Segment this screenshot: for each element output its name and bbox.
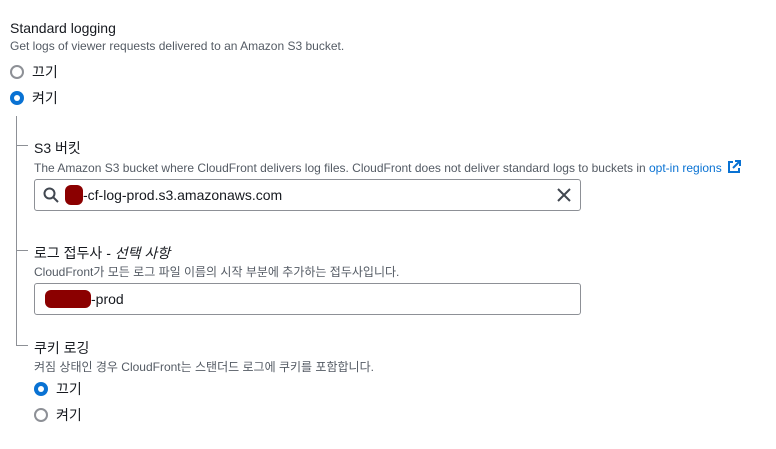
radio-label: 켜기 <box>56 407 82 423</box>
s3-bucket-description: The Amazon S3 bucket where CloudFront de… <box>34 160 742 175</box>
log-prefix-description: CloudFront가 모든 로그 파일 이름의 시작 부분에 추가하는 접두사… <box>34 265 400 279</box>
radio-button[interactable] <box>34 382 48 396</box>
s3-bucket-label: S3 버킷 <box>34 140 81 156</box>
cookie-logging-description: 켜짐 상태인 경우 CloudFront는 스탠더드 로그에 쿠키를 포함합니다… <box>34 360 374 374</box>
log-prefix-value: -prod <box>91 291 124 307</box>
log-prefix-label-text: 로그 접두사 <box>34 245 103 261</box>
cookie-off-radio[interactable]: 끄기 <box>34 379 82 399</box>
radio-label: 켜기 <box>32 90 58 106</box>
tree-vertical-line <box>16 116 17 346</box>
redacted-text <box>45 290 91 308</box>
radio-button[interactable] <box>10 91 24 105</box>
redacted-text <box>65 185 83 205</box>
s3-bucket-search-field[interactable]: -cf-log-prod.s3.amazonaws.com <box>34 179 581 211</box>
tree-branch-s3 <box>16 145 28 146</box>
search-icon <box>43 187 59 203</box>
cookie-logging-label: 쿠키 로깅 <box>34 340 90 356</box>
log-prefix-label: 로그 접두사 - 선택 사항 <box>34 243 170 263</box>
external-link-icon[interactable] <box>727 160 742 174</box>
radio-label: 끄기 <box>32 64 58 80</box>
radio-button[interactable] <box>34 408 48 422</box>
standard-logging-title: Standard logging <box>10 20 116 36</box>
optional-tag: - 선택 사항 <box>102 245 171 261</box>
log-prefix-input[interactable]: -prod <box>34 283 581 315</box>
opt-in-regions-link[interactable]: opt-in regions <box>649 161 722 175</box>
radio-button[interactable] <box>10 65 24 79</box>
logging-on-radio[interactable]: 켜기 <box>10 88 58 108</box>
logging-off-radio[interactable]: 끄기 <box>10 62 58 82</box>
cookie-on-radio[interactable]: 켜기 <box>34 405 82 425</box>
s3-description-text: The Amazon S3 bucket where CloudFront de… <box>34 161 649 175</box>
standard-logging-description: Get logs of viewer requests delivered to… <box>10 39 345 53</box>
radio-label: 끄기 <box>56 381 82 397</box>
tree-branch-prefix <box>16 250 28 251</box>
s3-bucket-value: -cf-log-prod.s3.amazonaws.com <box>83 187 283 203</box>
tree-branch-cookie <box>16 345 28 346</box>
clear-icon[interactable] <box>557 188 571 202</box>
